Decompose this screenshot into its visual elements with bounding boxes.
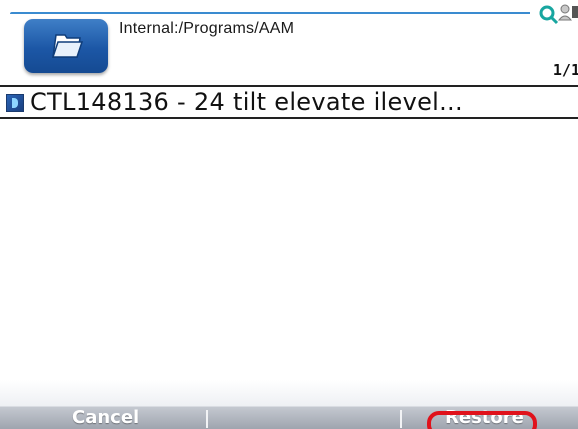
current-path: Internal:/Programs/AAM (119, 20, 295, 37)
file-icon (6, 94, 24, 112)
content-bottom-fade (0, 380, 578, 406)
folder-app-icon[interactable] (24, 19, 108, 73)
softkey-separator (206, 410, 208, 428)
contact-icon[interactable] (558, 3, 578, 23)
search-icon[interactable] (538, 4, 560, 26)
screen: Internal:/Programs/AAM 1/1 CTL148136 - 2… (0, 0, 578, 429)
softkey-separator (400, 410, 402, 428)
header-divider (10, 12, 530, 14)
list-item[interactable]: CTL148136 - 24 tilt elevate ilevel... (0, 85, 578, 119)
header: Internal:/Programs/AAM 1/1 (0, 0, 578, 86)
folder-icon (51, 34, 84, 58)
cancel-button[interactable]: Cancel (72, 407, 139, 428)
restore-highlight-ring (427, 411, 537, 429)
list-item-label: CTL148136 - 24 tilt elevate ilevel... (30, 88, 463, 116)
page-count: 1/1 (552, 61, 578, 79)
